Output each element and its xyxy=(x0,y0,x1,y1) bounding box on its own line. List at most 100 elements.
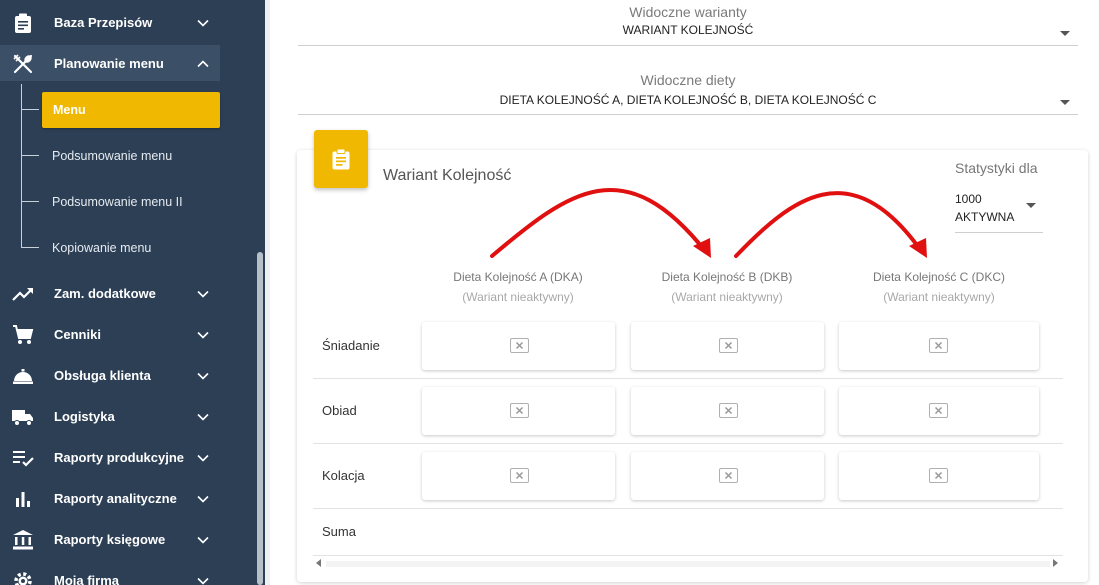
sidebar-item-label: Planowanie menu xyxy=(54,55,164,71)
chevron-down-icon xyxy=(197,413,209,421)
row-label-sniadanie: Śniadanie xyxy=(322,338,380,353)
visible-variants-label: Widoczne warianty xyxy=(629,4,747,20)
sidebar-item-obsluga-klienta[interactable]: Obsługa klienta xyxy=(0,357,220,393)
clipboard-icon xyxy=(332,148,350,170)
sidebar-item-raporty-analityczne[interactable]: Raporty analityczne xyxy=(0,480,220,516)
column-name: Dieta Kolejność C (DKC) xyxy=(872,270,1006,284)
visible-variants-value: WARIANT KOLEJNOŚĆ xyxy=(622,23,754,37)
empty-image-icon xyxy=(510,468,529,483)
meal-cell-sniadanie-dkc[interactable] xyxy=(839,322,1039,370)
sidebar-item-raporty-produkcyjne[interactable]: Raporty produkcyjne xyxy=(0,439,220,475)
sidebar-item-planowanie-menu[interactable]: Planowanie menu xyxy=(0,45,220,81)
row-divider xyxy=(313,378,1063,379)
card-title: Wariant Kolejność xyxy=(383,167,512,184)
sidebar-item-raporty-ksiegowe[interactable]: Raporty księgowe xyxy=(0,521,220,557)
meal-cell-sniadanie-dka[interactable] xyxy=(422,322,615,370)
trending-up-icon xyxy=(12,283,34,305)
sidebar-item-cenniki[interactable]: Cenniki xyxy=(0,316,220,352)
submenu-item-podsumowanie-menu[interactable]: Podsumowanie menu xyxy=(52,149,172,163)
empty-image-icon xyxy=(929,403,948,418)
row-divider xyxy=(313,508,1063,509)
select-underline xyxy=(955,232,1043,233)
empty-image-icon xyxy=(510,403,529,418)
visible-diets-label: Widoczne diety xyxy=(640,72,736,88)
chevron-down-icon xyxy=(197,454,209,462)
sidebar-item-label: Raporty księgowe xyxy=(54,531,166,547)
row-label-suma: Suma xyxy=(322,524,356,539)
submenu-tree-tick xyxy=(21,201,39,202)
empty-image-icon xyxy=(719,403,738,418)
sidebar-item-label: Cenniki xyxy=(54,326,101,342)
meal-cell-obiad-dka[interactable] xyxy=(422,387,615,435)
chevron-up-icon xyxy=(197,60,209,68)
sidebar-item-label: Baza Przepisów xyxy=(54,14,153,30)
chevron-down-icon xyxy=(197,495,209,503)
bar-chart-icon xyxy=(12,488,34,510)
column-header-dka: Dieta Kolejność A (DKA) (Wariant nieakty… xyxy=(418,270,618,304)
row-label-kolacja: Kolacja xyxy=(322,468,365,483)
column-name: Dieta Kolejność A (DKA) xyxy=(453,270,583,284)
main-content: Widoczne warianty WARIANT KOLEJNOŚĆ Wido… xyxy=(270,0,1099,585)
meal-cell-obiad-dkc[interactable] xyxy=(839,387,1039,435)
column-name: Dieta Kolejność B (DKB) xyxy=(661,270,793,284)
column-header-dkc: Dieta Kolejność C (DKC) (Wariant nieakty… xyxy=(839,270,1039,304)
stats-label: Statystyki dla xyxy=(955,160,1038,176)
submenu-tree-tick xyxy=(21,155,39,156)
stats-value-count: 1000 xyxy=(955,192,982,206)
service-bell-icon xyxy=(12,365,34,387)
submenu-item-menu[interactable]: Menu xyxy=(42,92,220,128)
scrollbar-track[interactable] xyxy=(326,561,1050,567)
chevron-down-icon xyxy=(197,19,209,27)
select-underline xyxy=(298,114,1078,115)
sidebar-item-label: Zam. dodatkowe xyxy=(54,285,156,301)
empty-image-icon xyxy=(719,338,738,353)
card-header-icon xyxy=(314,130,368,188)
submenu-tree-tick xyxy=(21,109,39,110)
meal-cell-kolacja-dkb[interactable] xyxy=(631,452,824,500)
sidebar-scrollbar-thumb[interactable] xyxy=(257,252,263,585)
sidebar-item-moja-firma[interactable]: Moja firma xyxy=(0,562,220,585)
meal-cell-kolacja-dka[interactable] xyxy=(422,452,615,500)
row-label-obiad: Obiad xyxy=(322,403,357,418)
submenu-item-podsumowanie-menu-ii[interactable]: Podsumowanie menu II xyxy=(52,195,183,209)
empty-image-icon xyxy=(510,338,529,353)
chevron-down-icon xyxy=(197,290,209,298)
scroll-left-arrow-icon[interactable] xyxy=(316,559,321,567)
sidebar-item-baza-przepisow[interactable]: Baza Przepisów xyxy=(0,4,220,40)
column-status: (Wariant nieaktywny) xyxy=(883,290,995,304)
caret-down-icon xyxy=(1060,100,1070,105)
clipboard-icon xyxy=(12,12,34,34)
chevron-down-icon xyxy=(197,372,209,380)
sidebar-item-label: Logistyka xyxy=(54,408,115,424)
caret-down-icon xyxy=(1060,31,1070,36)
chevron-down-icon xyxy=(197,577,209,585)
truck-icon xyxy=(12,406,34,428)
sidebar-item-zam-dodatkowe[interactable]: Zam. dodatkowe xyxy=(0,275,220,311)
sidebar-item-label: Obsługa klienta xyxy=(54,367,151,383)
select-underline xyxy=(298,45,1078,46)
column-header-dkb: Dieta Kolejność B (DKB) (Wariant nieakty… xyxy=(627,270,827,304)
submenu-item-kopiowanie-menu[interactable]: Kopiowanie menu xyxy=(52,241,151,255)
checklist-icon xyxy=(12,447,34,469)
gear-icon xyxy=(12,570,34,585)
empty-image-icon xyxy=(929,468,948,483)
scroll-right-arrow-icon[interactable] xyxy=(1053,559,1058,567)
stats-select[interactable]: 1000 AKTYWNA xyxy=(955,190,1043,233)
cart-icon xyxy=(12,324,34,346)
meal-cell-sniadanie-dkb[interactable] xyxy=(631,322,824,370)
utensils-icon xyxy=(12,53,34,75)
chevron-down-icon xyxy=(197,536,209,544)
sidebar-item-label: Raporty produkcyjne xyxy=(54,449,185,465)
sidebar-item-label: Raporty analityczne xyxy=(54,490,177,506)
table-horizontal-scrollbar[interactable] xyxy=(313,555,1063,573)
sidebar-item-label: Moja firma xyxy=(54,572,120,585)
bank-icon xyxy=(12,529,34,551)
stats-value-status: AKTYWNA xyxy=(955,210,1015,224)
caret-down-icon xyxy=(1026,203,1036,208)
meal-cell-kolacja-dkc[interactable] xyxy=(839,452,1039,500)
meal-cell-obiad-dkb[interactable] xyxy=(631,387,824,435)
sidebar-item-logistyka[interactable]: Logistyka xyxy=(0,398,220,434)
submenu-tree-tick xyxy=(21,247,39,248)
row-divider xyxy=(313,443,1063,444)
column-status: (Wariant nieaktywny) xyxy=(671,290,783,304)
